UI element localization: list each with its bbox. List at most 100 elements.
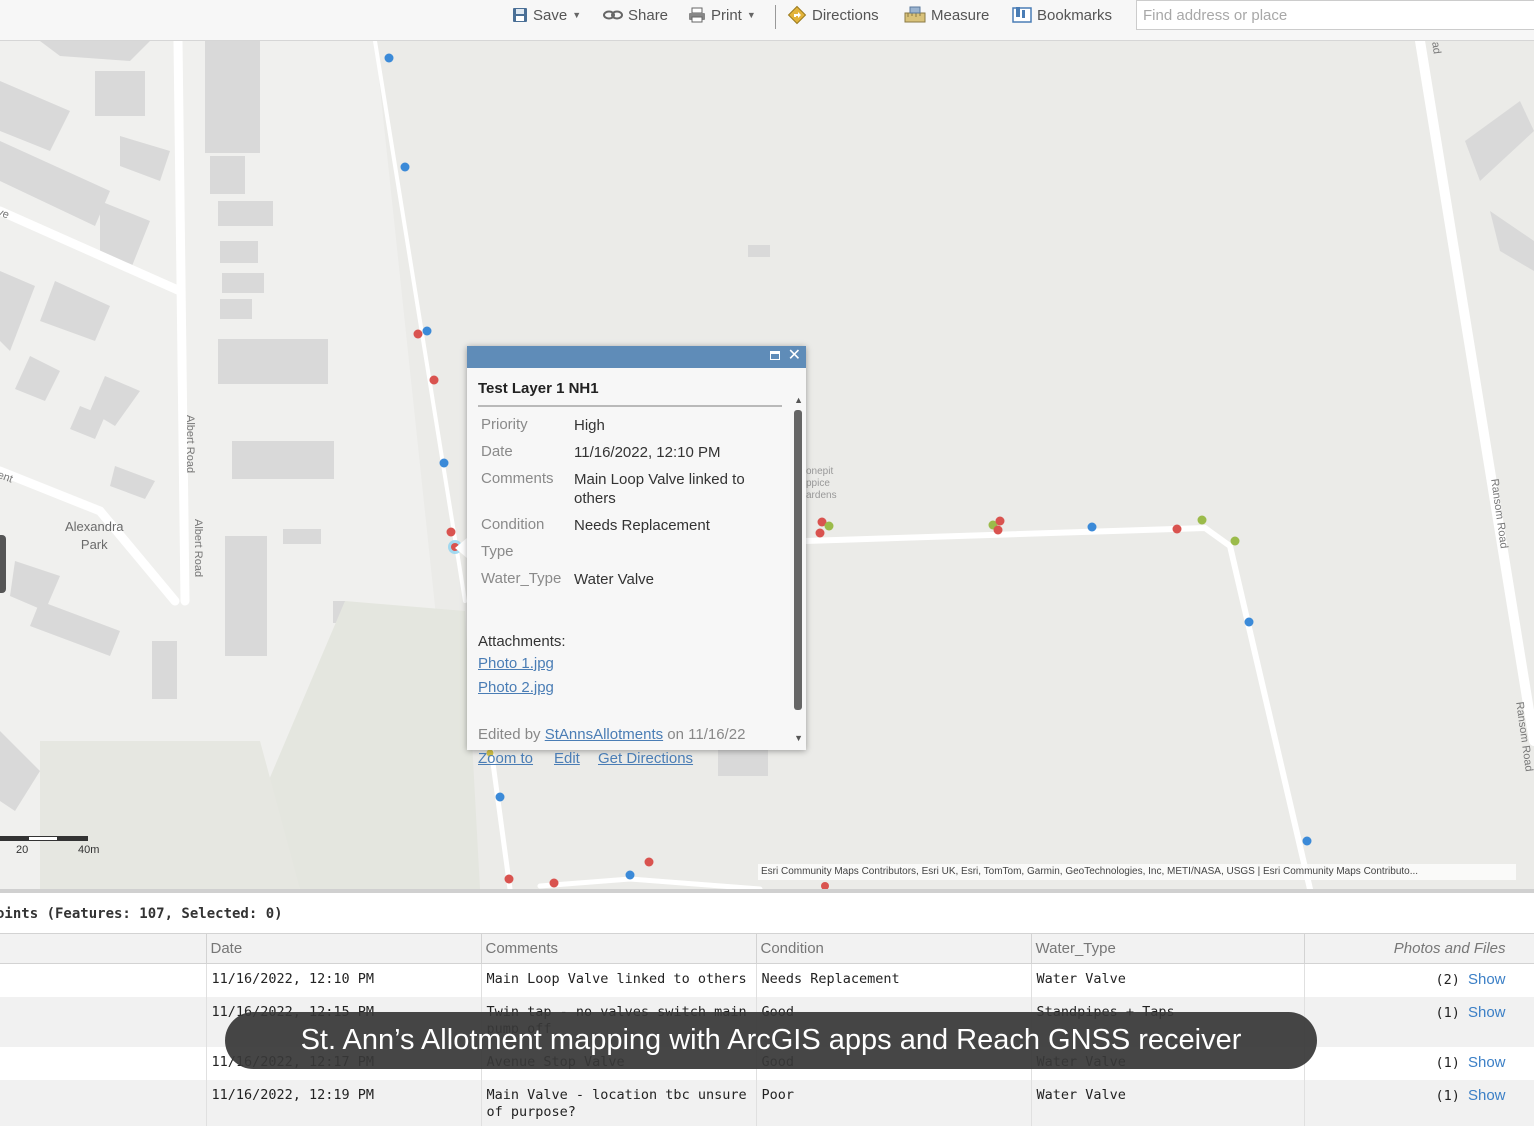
scale-label-40m: 40m: [78, 844, 100, 856]
attribute-table-panel: oints (Features: 107, Selected: 0) Date …: [0, 889, 1534, 1126]
cell-photos: (1) Show: [1304, 1046, 1534, 1080]
measure-button[interactable]: Measure: [904, 6, 989, 24]
field-label-water-type: Water_Type: [481, 570, 562, 587]
divider: [478, 405, 782, 407]
maximize-icon[interactable]: [770, 351, 780, 360]
show-link[interactable]: Show: [1468, 971, 1506, 988]
panel-toggle-handle[interactable]: [0, 535, 6, 593]
directions-icon: [787, 5, 807, 25]
street-label: ad: [1429, 41, 1443, 55]
photos-count: (1): [1435, 1054, 1460, 1071]
bookmarks-label: Bookmarks: [1037, 6, 1113, 24]
zoom-to-link[interactable]: Zoom to: [478, 750, 533, 767]
table-header-row: Date Comments Condition Water_Type Photo…: [0, 933, 1534, 964]
cell-condition: Needs Replacement: [756, 963, 1032, 997]
field-label-date: Date: [481, 443, 513, 460]
directions-button[interactable]: Directions: [787, 5, 879, 25]
cell-water-type: Water Valve: [1031, 963, 1305, 997]
cell-water-type: Water Valve: [1031, 1079, 1305, 1126]
gardens-label: onepit ppice ardens: [806, 466, 837, 501]
table-cell: [0, 1079, 207, 1126]
measure-label: Measure: [931, 6, 990, 24]
table-cell: [0, 996, 207, 1047]
show-link[interactable]: Show: [1468, 1004, 1506, 1021]
edited-suffix: on 11/16/22: [667, 726, 746, 743]
popup-body: Test Layer 1 NH1 Priority High Date 11/1…: [467, 368, 806, 767]
cell-photos: (2) Show: [1304, 963, 1534, 997]
popup-pointer: [455, 538, 467, 558]
toolbar: Save ▼ Share Print ▼ Directions Measure Bo…: [0, 0, 1534, 41]
attachment-link[interactable]: Photo 2.jpg: [478, 679, 554, 696]
save-button[interactable]: Save ▼: [512, 6, 581, 24]
park-label: Alexandra Park: [65, 519, 124, 552]
column-header-photos[interactable]: Photos and Files: [1304, 933, 1534, 964]
edited-prefix: Edited by: [478, 726, 541, 743]
chevron-down-icon: ▼: [746, 10, 756, 20]
get-directions-link[interactable]: Get Directions: [598, 750, 693, 767]
column-header-condition[interactable]: Condition: [756, 933, 1032, 964]
edited-info: Edited by StAnnsAllotments on 11/16/22: [478, 726, 745, 743]
toolbar-divider: [775, 5, 776, 29]
cell-photos: (1) Show: [1304, 1079, 1534, 1126]
field-value-water-type: Water Valve: [574, 571, 655, 588]
table-cell: [0, 1046, 207, 1080]
map-attribution: Esri Community Maps Contributors, Esri U…: [758, 864, 1516, 880]
photos-count: (2): [1435, 972, 1460, 988]
cell-comments: Main Loop Valve linked to others: [481, 963, 757, 997]
chevron-down-icon: ▼: [572, 10, 582, 20]
cell-comments: Main Valve - location tbc unsure of purp…: [481, 1079, 757, 1126]
cell-date: 11/16/2022, 12:19 PM: [206, 1079, 482, 1126]
close-icon[interactable]: ✕: [788, 347, 801, 365]
print-label: Print: [711, 6, 742, 24]
scale-label-20: 20: [16, 844, 29, 856]
measure-icon: [904, 6, 926, 23]
field-label-priority: Priority: [481, 416, 528, 433]
column-header[interactable]: [0, 933, 207, 964]
field-value-comments: Main Loop Valve linked to others: [574, 471, 745, 507]
cell-date: 11/16/2022, 12:10 PM: [206, 963, 482, 997]
print-button[interactable]: Print ▼: [688, 6, 756, 24]
scale-bar: 20 40m: [0, 836, 99, 856]
street-label: Albert Road: [184, 415, 196, 474]
street-label: Albert Road: [192, 519, 204, 578]
printer-icon: [689, 7, 705, 23]
table-title: oints (Features: 107, Selected: 0): [0, 906, 283, 922]
show-link[interactable]: Show: [1468, 1054, 1506, 1071]
link-icon: [603, 10, 623, 20]
show-link[interactable]: Show: [1468, 1087, 1506, 1104]
column-header-date[interactable]: Date: [206, 933, 482, 964]
search-input[interactable]: [1136, 0, 1534, 30]
save-icon: [513, 8, 527, 22]
photos-count: (1): [1435, 1087, 1460, 1104]
share-button[interactable]: Share: [603, 6, 668, 24]
field-value-date: 11/16/2022, 12:10 PM: [574, 444, 721, 461]
table-row[interactable]: 11/16/2022, 12:10 PM Main Loop Valve lin…: [0, 963, 1534, 997]
field-label-condition: Condition: [481, 516, 545, 533]
table-cell: [0, 963, 207, 997]
cell-photos: (1) Show: [1304, 996, 1534, 1047]
popup-scrollbar[interactable]: [794, 410, 802, 710]
editor-link[interactable]: StAnnsAllotments: [545, 726, 663, 743]
share-label: Share: [628, 6, 669, 24]
popup-title: Test Layer 1 NH1: [478, 380, 599, 397]
column-header-comments[interactable]: Comments: [481, 933, 757, 964]
popup-header: ✕: [467, 346, 806, 368]
table-row[interactable]: 11/16/2022, 12:19 PM Main Valve - locati…: [0, 1079, 1534, 1126]
feature-popup: ✕ Test Layer 1 NH1 Priority High Date 11…: [467, 346, 806, 767]
photos-count: (1): [1435, 1004, 1460, 1021]
field-label-comments: Comments: [481, 470, 554, 487]
save-label: Save: [533, 6, 568, 24]
bookmarks-button[interactable]: Bookmarks: [1012, 6, 1112, 24]
video-caption: St. Ann’s Allotment mapping with ArcGIS …: [225, 1012, 1317, 1069]
attachments-label: Attachments:: [478, 633, 566, 650]
directions-label: Directions: [812, 6, 879, 24]
bookmark-icon: [1012, 7, 1032, 23]
field-label-type: Type: [481, 543, 514, 560]
edit-link[interactable]: Edit: [554, 750, 580, 767]
attachment-link[interactable]: Photo 1.jpg: [478, 655, 554, 672]
field-value-priority: High: [574, 417, 605, 434]
column-header-water-type[interactable]: Water_Type: [1031, 933, 1305, 964]
field-value-condition: Needs Replacement: [574, 517, 710, 534]
scroll-down-icon[interactable]: ▼: [794, 733, 803, 743]
scroll-up-icon[interactable]: ▲: [794, 395, 803, 405]
